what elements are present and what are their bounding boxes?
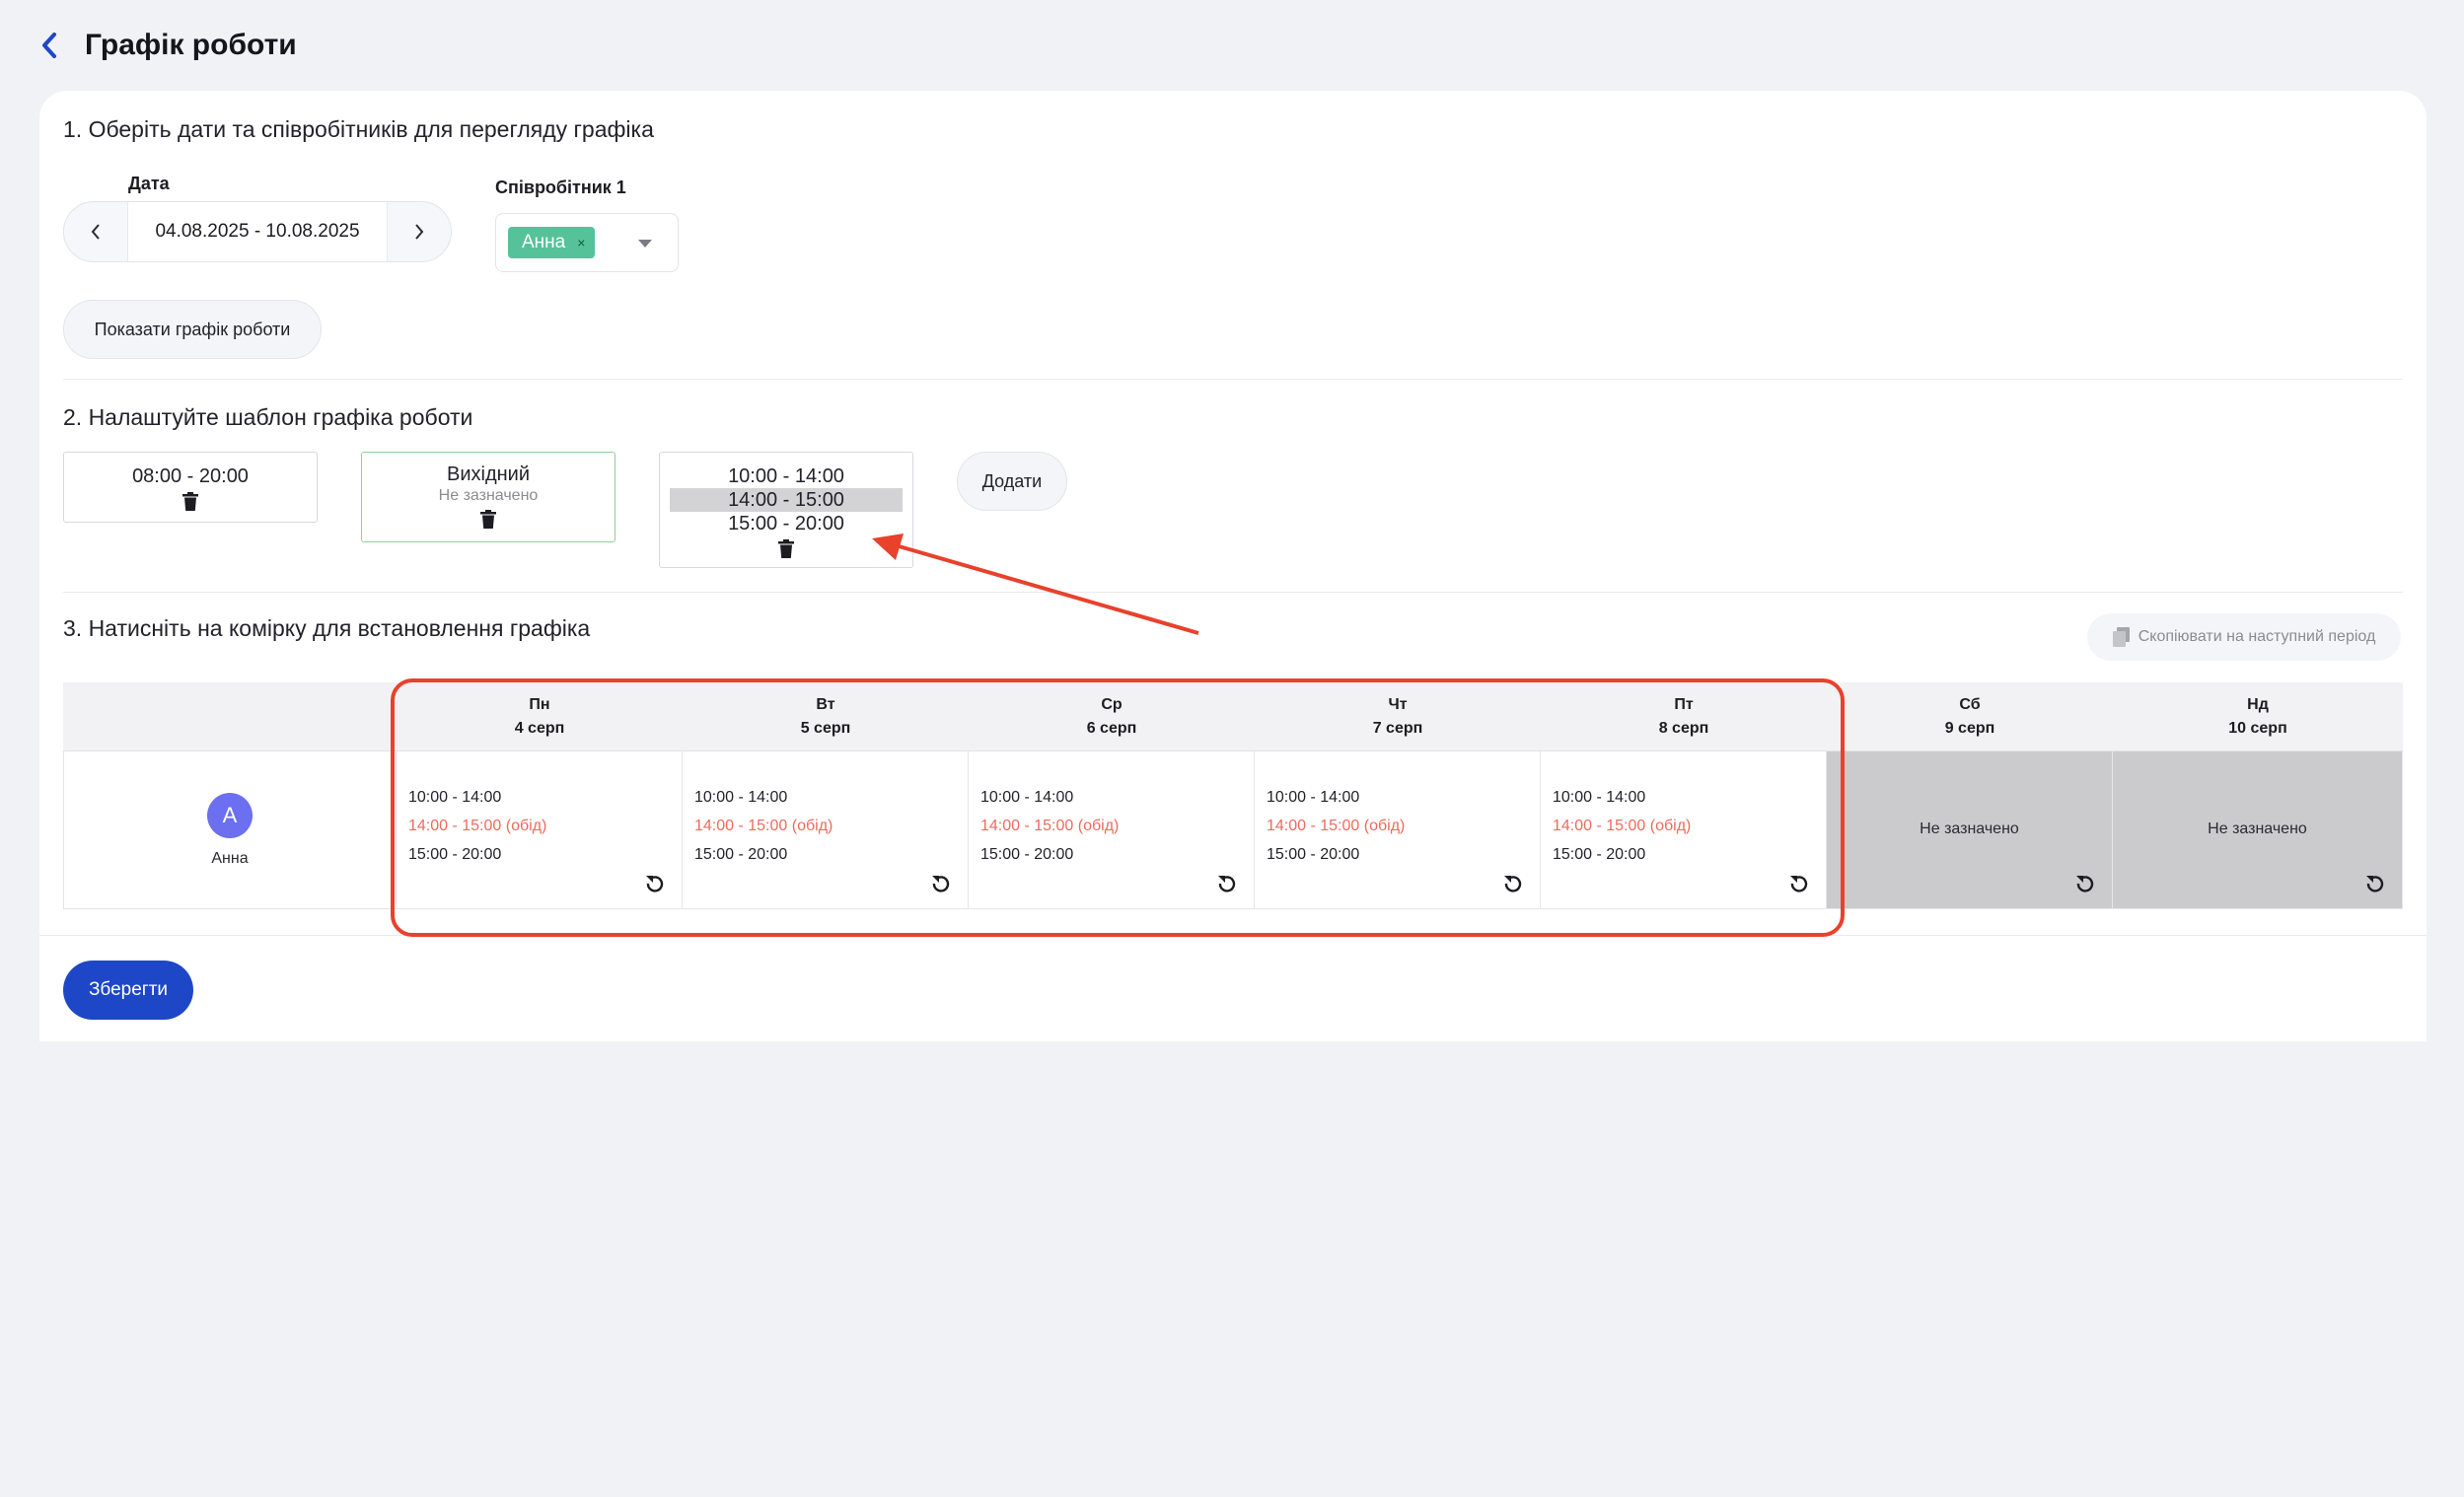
- divider: [63, 592, 2403, 593]
- day-date: 9 серп: [1944, 720, 1995, 737]
- day-header-wed: Ср 6 серп: [969, 682, 1255, 751]
- chevron-right-icon: [415, 224, 424, 240]
- template-card-3[interactable]: 10:00 - 14:00 14:00 - 15:00 15:00 - 20:0…: [659, 452, 913, 568]
- shift-time: 10:00 - 14:00: [1267, 789, 1360, 806]
- template-time: 10:00 - 14:00: [728, 465, 844, 487]
- copy-label: Скопіювати на наступний період: [2138, 628, 2376, 645]
- template-dayoff: Вихідний: [446, 463, 530, 485]
- lunch-time: 14:00 - 15:00 (обід): [408, 818, 547, 834]
- day-name: Вт: [816, 696, 835, 713]
- day-header-sat: Сб 9 серп: [1827, 682, 2113, 751]
- reset-icon[interactable]: [2074, 873, 2096, 894]
- template-time: 15:00 - 20:00: [728, 513, 844, 535]
- day-date: 5 серп: [800, 720, 851, 737]
- schedule-cell-sat[interactable]: Не зазначено: [1827, 751, 2113, 909]
- date-label: Дата: [128, 174, 170, 193]
- lunch-time: 14:00 - 15:00 (обід): [694, 818, 833, 834]
- not-set-label: Не зазначено: [1920, 820, 2019, 837]
- day-name: Чт: [1388, 696, 1408, 713]
- divider: [63, 379, 2403, 380]
- divider: [39, 935, 2427, 936]
- save-button[interactable]: Зберегти: [63, 961, 193, 1020]
- day-name: Пн: [529, 696, 550, 713]
- trash-icon[interactable]: [181, 492, 199, 512]
- shift-time: 15:00 - 20:00: [1553, 846, 1646, 863]
- schedule-cell-wed[interactable]: 10:00 - 14:00 14:00 - 15:00 (обід) 15:00…: [969, 751, 1255, 909]
- shift-time: 10:00 - 14:00: [408, 789, 502, 806]
- employee-label: Співробітник 1: [495, 178, 626, 197]
- schedule-cell-mon[interactable]: 10:00 - 14:00 14:00 - 15:00 (обід) 15:00…: [397, 751, 683, 909]
- day-name: Нд: [2247, 696, 2269, 713]
- employee-chip: Анна ×: [508, 227, 596, 258]
- day-date: 8 серп: [1658, 720, 1709, 737]
- reset-icon[interactable]: [1216, 873, 1238, 894]
- reset-icon[interactable]: [930, 873, 952, 894]
- reset-icon[interactable]: [644, 873, 666, 894]
- employee-cell: А Анна: [63, 751, 397, 909]
- trash-icon[interactable]: [479, 510, 497, 530]
- shift-time: 15:00 - 20:00: [1267, 846, 1360, 863]
- day-date: 7 серп: [1372, 720, 1423, 737]
- day-name: Ср: [1101, 696, 1123, 713]
- step3-title: 3. Натисніть на комірку для встановлення…: [63, 615, 591, 641]
- schedule-grid: Пн 4 серп Вт 5 серп Ср 6 серп Чт 7 серп …: [63, 682, 2403, 909]
- schedule-cell-fri[interactable]: 10:00 - 14:00 14:00 - 15:00 (обід) 15:00…: [1541, 751, 1827, 909]
- date-range-picker: 04.08.2025 - 10.08.2025: [63, 201, 452, 262]
- next-week-button[interactable]: [388, 202, 451, 261]
- shift-time: 10:00 - 14:00: [980, 789, 1074, 806]
- day-date: 10 серп: [2228, 720, 2287, 737]
- schedule-cell-thu[interactable]: 10:00 - 14:00 14:00 - 15:00 (обід) 15:00…: [1255, 751, 1541, 909]
- employee-chip-label: Анна: [522, 232, 566, 252]
- shift-time: 15:00 - 20:00: [694, 846, 788, 863]
- shift-time: 15:00 - 20:00: [980, 846, 1074, 863]
- schedule-card: 1. Оберіть дати та співробітників для пе…: [39, 91, 2427, 1041]
- date-range-input[interactable]: 04.08.2025 - 10.08.2025: [127, 202, 388, 261]
- show-schedule-button[interactable]: Показати графік роботи: [63, 300, 322, 359]
- schedule-cell-tue[interactable]: 10:00 - 14:00 14:00 - 15:00 (обід) 15:00…: [683, 751, 969, 909]
- employee-select[interactable]: Анна ×: [495, 213, 679, 272]
- chevron-left-icon: [91, 224, 100, 240]
- back-chevron-icon[interactable]: [36, 32, 63, 59]
- top-bar: Графік роботи: [0, 0, 2464, 91]
- reset-icon[interactable]: [1502, 873, 1524, 894]
- shift-time: 10:00 - 14:00: [694, 789, 788, 806]
- step2-title: 2. Налаштуйте шаблон графіка роботи: [63, 404, 473, 430]
- template-sub: Не зазначено: [438, 487, 539, 504]
- reset-icon[interactable]: [1788, 873, 1810, 894]
- day-name: Сб: [1959, 696, 1981, 713]
- template-card-1[interactable]: 08:00 - 20:00: [63, 452, 318, 523]
- step1-title: 1. Оберіть дати та співробітників для пе…: [63, 116, 654, 142]
- template-break: 14:00 - 15:00: [670, 488, 903, 512]
- trash-icon[interactable]: [777, 539, 795, 559]
- lunch-time: 14:00 - 15:00 (обід): [1553, 818, 1692, 834]
- copy-icon: [2112, 627, 2130, 647]
- chip-remove-icon[interactable]: ×: [577, 235, 585, 250]
- day-header-sun: Нд 10 серп: [2113, 682, 2403, 751]
- day-header-mon: Пн 4 серп: [397, 682, 683, 751]
- lunch-time: 14:00 - 15:00 (обід): [1267, 818, 1406, 834]
- schedule-cell-sun[interactable]: Не зазначено: [2113, 751, 2403, 909]
- shift-time: 15:00 - 20:00: [408, 846, 502, 863]
- reset-icon[interactable]: [2364, 873, 2386, 894]
- shift-time: 10:00 - 14:00: [1553, 789, 1646, 806]
- day-header-fri: Пт 8 серп: [1541, 682, 1827, 751]
- chevron-down-icon: [638, 240, 652, 248]
- page-title: Графік роботи: [85, 29, 297, 61]
- day-name: Пт: [1674, 696, 1694, 713]
- day-header-tue: Вт 5 серп: [683, 682, 969, 751]
- copy-next-period-button[interactable]: Скопіювати на наступний період: [2087, 613, 2401, 661]
- not-set-label: Не зазначено: [2208, 820, 2307, 837]
- template-time: 08:00 - 20:00: [132, 465, 249, 487]
- lunch-time: 14:00 - 15:00 (обід): [980, 818, 1120, 834]
- day-date: 6 серп: [1086, 720, 1137, 737]
- add-template-button[interactable]: Додати: [957, 452, 1067, 511]
- avatar: А: [207, 792, 253, 838]
- day-date: 4 серп: [514, 720, 565, 737]
- day-header-thu: Чт 7 серп: [1255, 682, 1541, 751]
- template-card-2[interactable]: Вихідний Не зазначено: [361, 452, 616, 542]
- employee-name: Анна: [211, 849, 249, 867]
- prev-week-button[interactable]: [64, 202, 127, 261]
